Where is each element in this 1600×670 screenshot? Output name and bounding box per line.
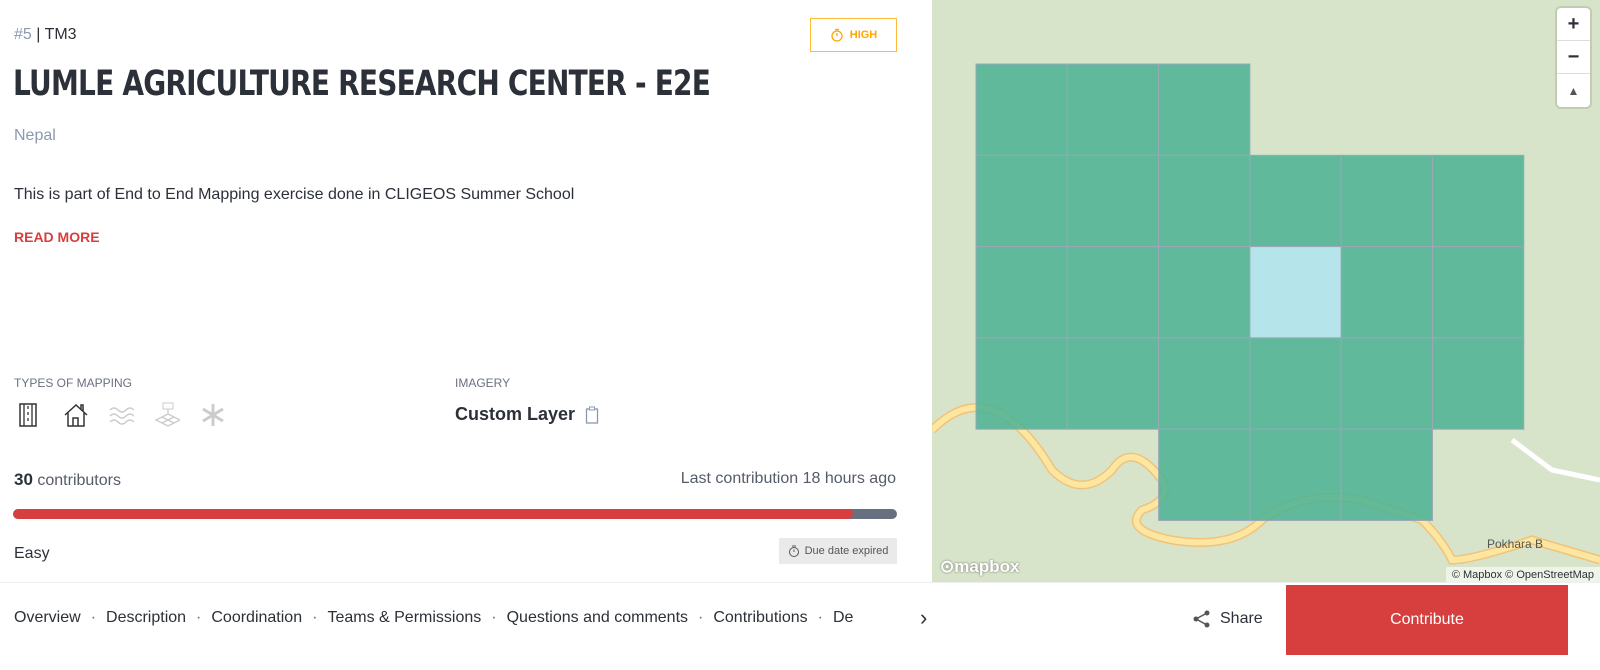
task-cell[interactable]: [1158, 63, 1251, 156]
task-cell[interactable]: [1432, 154, 1525, 248]
tab-questions-and-comments[interactable]: Questions and comments: [507, 609, 688, 627]
task-cell[interactable]: [1340, 154, 1434, 248]
progress-fill: [13, 509, 853, 519]
contributors-count: 30 contributors: [14, 470, 121, 490]
task-cell[interactable]: [1158, 337, 1251, 430]
mapping-types: [16, 402, 226, 428]
task-cell[interactable]: [1249, 154, 1342, 248]
task-cell[interactable]: [1158, 428, 1251, 522]
priority-badge: HIGH: [810, 18, 897, 52]
difficulty: Easy: [14, 545, 50, 562]
road-icon: [16, 402, 42, 428]
task-cell[interactable]: [1066, 337, 1160, 430]
organisation: TM3: [44, 26, 77, 43]
contributors-label: contributors: [37, 472, 121, 489]
map-canvas[interactable]: Pokhara B: [932, 0, 1600, 583]
read-more-link[interactable]: READ MORE: [14, 229, 100, 245]
task-cell[interactable]: [1158, 246, 1251, 339]
project-detail-panel: #5 | TM3 HIGH LUMLE AGRICULTURE RESEARCH…: [0, 0, 932, 583]
last-contribution: Last contribution 18 hours ago: [680, 470, 896, 487]
task-cell[interactable]: [1340, 428, 1434, 522]
imagery-name: Custom Layer: [455, 404, 576, 424]
chevron-right-icon[interactable]: ›: [920, 605, 927, 631]
project-description: This is part of End to End Mapping exerc…: [14, 186, 575, 203]
project-id-line: #5 | TM3: [14, 26, 77, 43]
types-of-mapping-label: TYPES OF MAPPING: [14, 376, 133, 390]
tab-contributions[interactable]: Contributions: [713, 609, 807, 627]
priority-label: HIGH: [849, 29, 878, 41]
task-grid[interactable]: [975, 63, 1525, 522]
tab-description[interactable]: Description: [106, 609, 186, 627]
task-cell[interactable]: [1066, 63, 1160, 156]
task-cell[interactable]: [975, 63, 1068, 156]
task-cell[interactable]: [1432, 246, 1525, 339]
zoom-in-button[interactable]: +: [1557, 8, 1590, 41]
tab-teams-permissions[interactable]: Teams & Permissions: [327, 609, 481, 627]
road-label: Pokhara B: [1487, 537, 1543, 551]
map-zoom-controls: + − ▲: [1557, 8, 1590, 107]
task-cell[interactable]: [975, 246, 1068, 339]
clipboard-icon[interactable]: [585, 406, 599, 424]
timer-icon: [788, 545, 799, 557]
other-icon: [200, 402, 226, 428]
due-date-badge: Due date expired: [779, 538, 897, 564]
section-tabs: Overview · Description · Coordination · Teams …: [14, 609, 914, 627]
tab-separator: ·: [90, 609, 97, 626]
task-cell[interactable]: [1249, 428, 1342, 522]
zoom-out-button[interactable]: −: [1557, 41, 1590, 74]
task-cell[interactable]: [1249, 337, 1342, 430]
timer-icon: [831, 28, 843, 42]
page-title: LUMLE AGRICULTURE RESEARCH CENTER - E2E: [13, 64, 711, 104]
due-date-text: Due date expired: [804, 545, 889, 557]
task-cell[interactable]: [1432, 337, 1525, 430]
tab-separator: ·: [817, 609, 823, 626]
project-id: #5: [14, 26, 32, 43]
task-cell[interactable]: [1158, 154, 1251, 248]
share-button[interactable]: Share: [1192, 609, 1263, 629]
tab-coordination[interactable]: Coordination: [211, 609, 302, 627]
building-icon: [62, 402, 88, 428]
task-cell[interactable]: [1340, 246, 1434, 339]
share-label: Share: [1220, 610, 1263, 627]
task-cell[interactable]: [975, 337, 1068, 430]
task-cell[interactable]: [975, 154, 1068, 248]
contributors-number: 30: [14, 470, 33, 489]
compass-button[interactable]: ▲: [1557, 74, 1590, 107]
tab-separator: ·: [491, 609, 497, 626]
land-use-icon: [154, 402, 180, 428]
task-cell[interactable]: [1066, 154, 1160, 248]
task-cell[interactable]: [1066, 246, 1160, 339]
tab-overview[interactable]: Overview: [14, 609, 81, 627]
tab-separator: ·: [698, 609, 704, 626]
task-cell[interactable]: [1249, 246, 1342, 339]
map-attribution[interactable]: © Mapbox © OpenStreetMap: [1445, 567, 1600, 583]
tab-separator: ·: [312, 609, 318, 626]
project-nav-bar: Overview · Description · Coordination · Teams …: [0, 583, 1600, 655]
task-cell[interactable]: [1340, 337, 1434, 430]
imagery-label: IMAGERY: [455, 376, 511, 390]
mapbox-logo[interactable]: ⊙mapbox: [940, 557, 1019, 577]
share-icon: [1193, 610, 1210, 628]
tab-de[interactable]: De: [833, 609, 853, 627]
tab-separator: ·: [196, 609, 202, 626]
project-country: Nepal: [14, 127, 56, 144]
progress-bar: [13, 509, 897, 519]
imagery-value: Custom Layer: [455, 404, 599, 425]
waterways-icon: [108, 402, 134, 428]
contribute-button[interactable]: Contribute: [1286, 585, 1568, 655]
project-map[interactable]: Pokhara B + − ▲ ⊙mapbox © Mapbox © OpenS…: [932, 0, 1600, 583]
